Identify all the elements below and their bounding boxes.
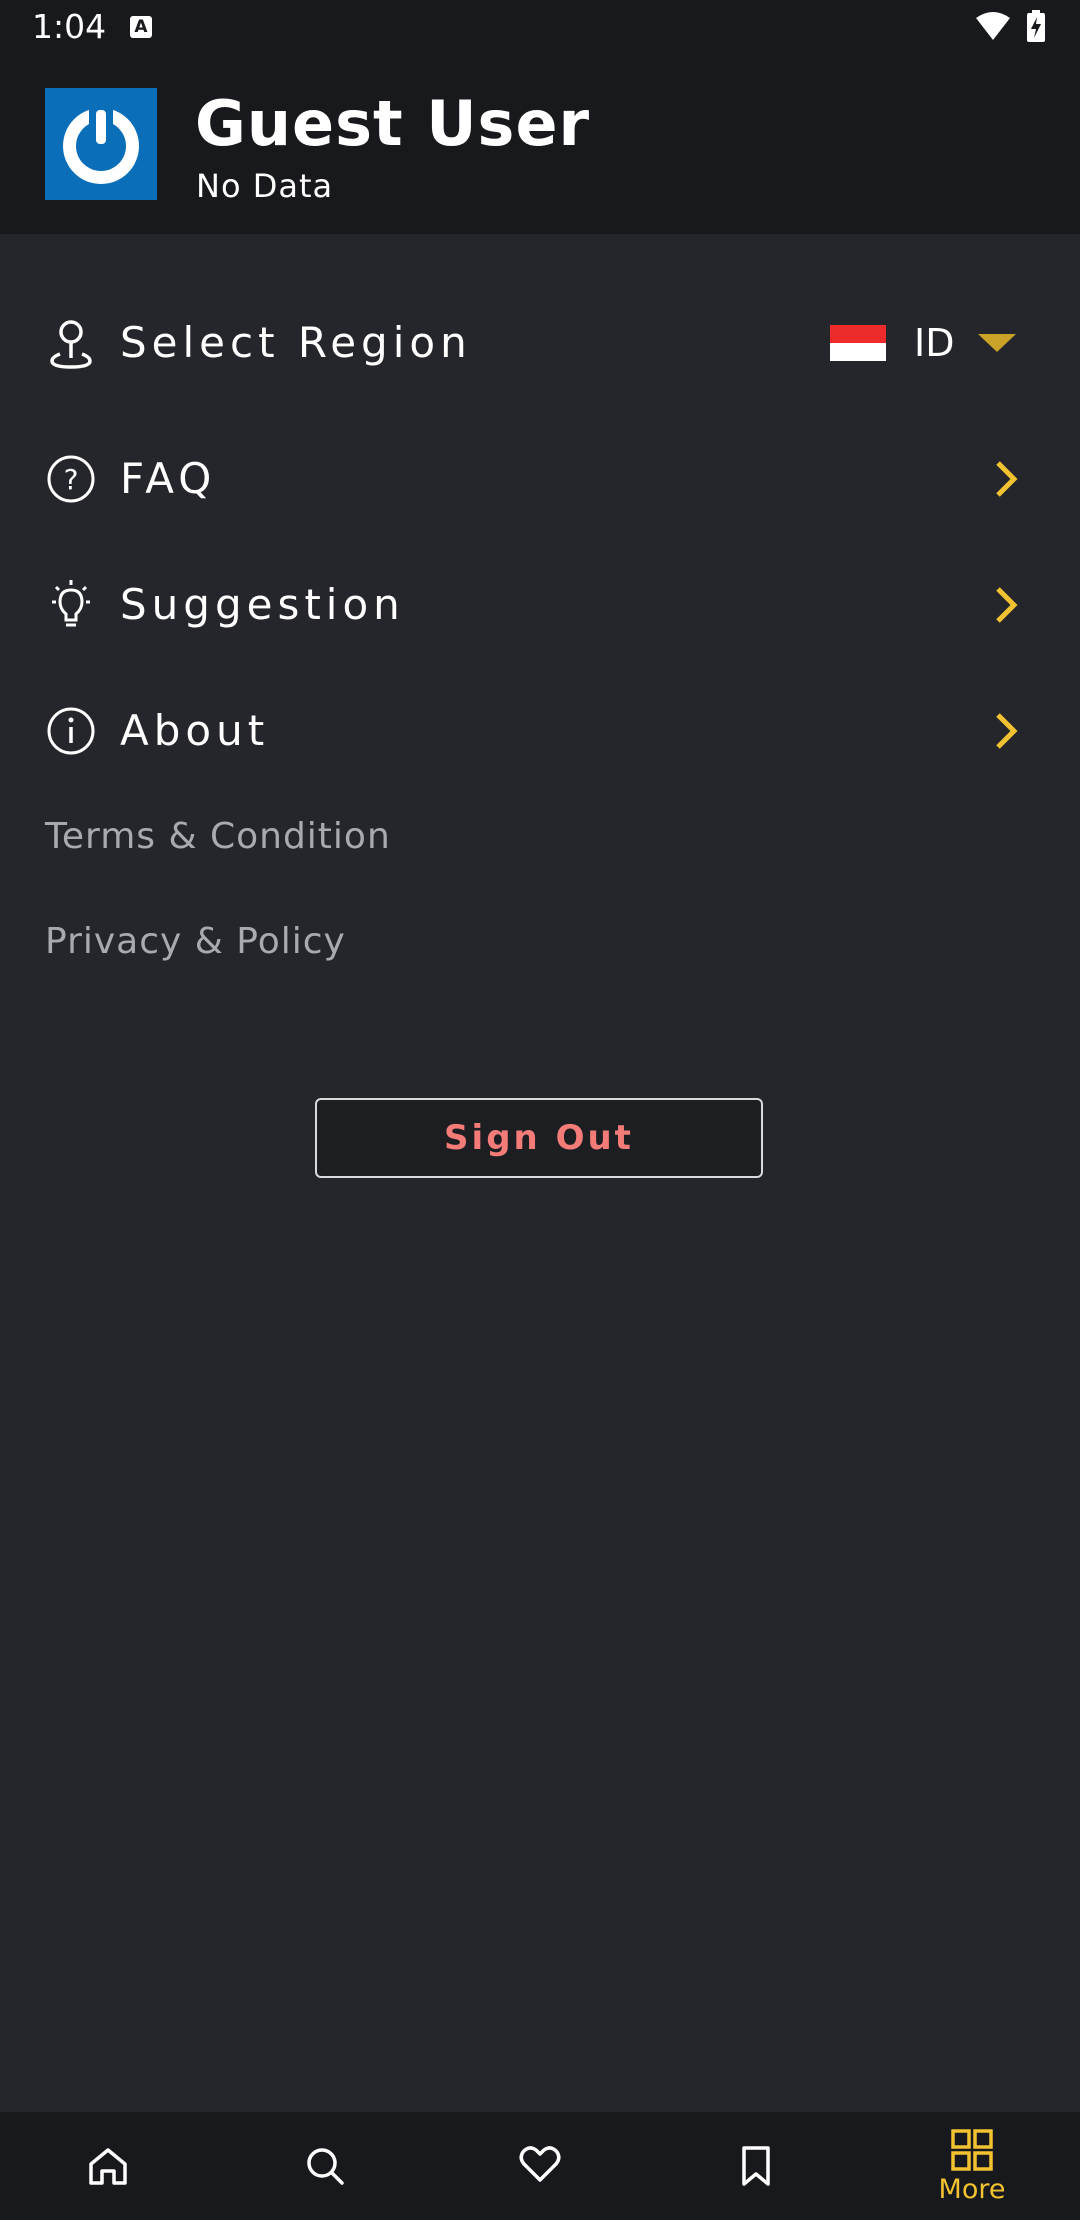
status-bar: 1:04 A: [0, 0, 1080, 54]
search-icon: [307, 2148, 344, 2185]
region-code[interactable]: ID: [914, 318, 954, 368]
status-time: 1:04: [32, 7, 107, 46]
nav-favorites[interactable]: [432, 2112, 648, 2220]
question-circle-icon: ?: [47, 455, 95, 503]
flag-stripe-white: [830, 343, 886, 361]
power-logo-icon: [63, 108, 139, 184]
menu-item-faq[interactable]: ? FAQ: [0, 424, 1080, 534]
app-logo: [45, 88, 157, 200]
nav-bookmarks[interactable]: [648, 2112, 864, 2220]
profile-header: Guest User No Data: [0, 54, 1080, 234]
info-circle-icon: [47, 707, 95, 755]
flag-stripe-red: [830, 325, 886, 343]
notification-icon: A: [130, 16, 152, 38]
sign-out-button[interactable]: Sign Out: [315, 1098, 763, 1178]
lightbulb-icon: [52, 580, 90, 627]
user-name: Guest User: [195, 87, 591, 160]
heart-icon: [519, 2146, 561, 2182]
region-flag[interactable]: [830, 325, 886, 361]
wifi-icon: [976, 12, 1010, 40]
svg-text:?: ?: [64, 463, 79, 496]
chevron-right-icon: [996, 461, 1018, 497]
menu-item-about[interactable]: About: [0, 676, 1080, 786]
suggestion-label: Suggestion: [120, 580, 405, 629]
user-subtitle: No Data: [196, 167, 334, 205]
faq-label: FAQ: [120, 454, 217, 503]
location-pin-icon: [50, 320, 92, 369]
chevron-right-icon: [996, 587, 1018, 623]
nav-search[interactable]: [216, 2112, 432, 2220]
grid-icon: [951, 2129, 993, 2171]
nav-more-label: More: [938, 2174, 1006, 2205]
nav-home[interactable]: [0, 2112, 216, 2220]
privacy-link[interactable]: Privacy & Policy: [45, 919, 346, 965]
select-region-label: Select Region: [120, 318, 472, 367]
bottom-nav: More: [0, 2112, 1080, 2220]
chevron-right-icon: [996, 713, 1018, 749]
about-label: About: [120, 706, 270, 755]
home-icon: [89, 2148, 127, 2185]
chevron-down-icon[interactable]: [978, 334, 1016, 352]
menu-item-suggestion[interactable]: Suggestion: [0, 550, 1080, 660]
terms-link[interactable]: Terms & Condition: [45, 814, 391, 860]
battery-charging-icon: [1027, 10, 1045, 42]
bookmark-icon: [742, 2146, 770, 2186]
nav-more[interactable]: More: [864, 2112, 1080, 2220]
